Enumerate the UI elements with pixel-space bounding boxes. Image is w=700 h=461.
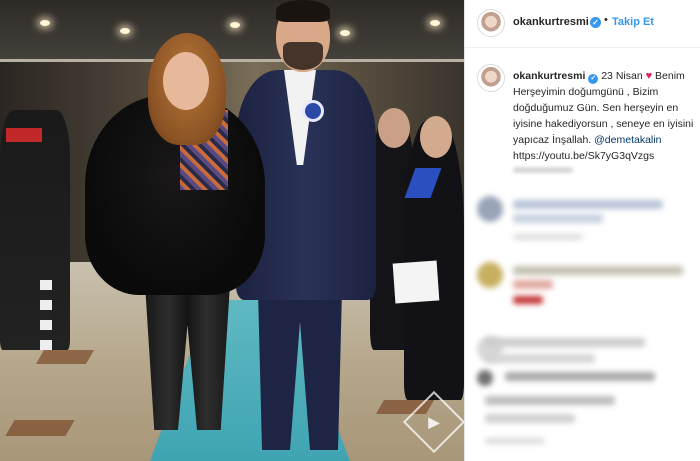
separator-dot: • — [604, 14, 608, 26]
person-student-head — [420, 116, 452, 158]
comment-text-blurred — [513, 266, 683, 275]
comment-text-blurred — [513, 280, 553, 289]
comment-blurred — [465, 192, 700, 252]
comment-meta-blurred — [485, 438, 545, 444]
caption-timestamp-blurred — [513, 167, 573, 173]
comment-text-blurred — [485, 396, 615, 405]
comment-text-blurred — [485, 354, 595, 363]
comment-text-blurred — [513, 200, 663, 209]
profile-avatar[interactable] — [477, 9, 505, 37]
caption-date: 23 Nisan — [601, 70, 643, 82]
comment-text-blurred — [485, 338, 645, 347]
ceiling-light — [430, 20, 440, 26]
follow-button[interactable]: Takip Et — [612, 16, 654, 28]
comment-text-blurred — [485, 414, 575, 423]
guard-stripe — [40, 280, 52, 350]
student-paper — [392, 260, 440, 304]
youtube-link[interactable]: https://youtu.be/Sk7yG3qVzgs — [513, 150, 654, 162]
person-man-beard — [283, 42, 323, 70]
ceiling-light — [230, 22, 240, 28]
comment-text-blurred — [505, 372, 655, 381]
post-side-panel: okankurtresmi ✓ • Takip Et okankurtresmi… — [464, 0, 700, 461]
person-man-hair — [276, 0, 330, 22]
post-photo[interactable]: ▶ — [0, 0, 464, 461]
mention-link[interactable]: @demetakalin — [594, 134, 661, 146]
verified-badge-icon: ✓ — [588, 74, 599, 84]
comment-blurred — [465, 432, 700, 456]
guard-badge — [6, 128, 42, 142]
comment-blurred — [465, 258, 700, 318]
ceiling-light — [40, 20, 50, 26]
comment-avatar — [477, 370, 493, 386]
caption-text: okankurtresmi ✓ 23 Nisan ♥ Benim Herşeyi… — [513, 68, 699, 164]
comment-emoji-blurred — [513, 296, 543, 304]
header-username[interactable]: okankurtresmi — [513, 16, 589, 28]
comment-avatar — [477, 262, 503, 288]
caption-avatar[interactable] — [477, 64, 505, 92]
person-woman-face — [163, 52, 209, 110]
caption-username[interactable]: okankurtresmi — [513, 70, 585, 82]
verified-badge-icon: ✓ — [590, 17, 601, 28]
person-man-badge — [302, 100, 324, 122]
floor-tile — [35, 350, 95, 364]
person-student-head — [378, 108, 410, 148]
floor-tile — [5, 420, 75, 436]
post-header: okankurtresmi ✓ • Takip Et — [465, 0, 700, 48]
comment-meta-blurred — [513, 234, 583, 240]
comment-text-blurred — [513, 214, 603, 223]
comment-blurred — [465, 366, 700, 426]
ceiling-light — [120, 28, 130, 34]
person-guard — [0, 110, 70, 350]
post-caption: okankurtresmi ✓ 23 Nisan ♥ Benim Herşeyi… — [465, 58, 700, 188]
ceiling-light — [340, 30, 350, 36]
photo-ceiling — [0, 0, 464, 62]
heart-icon: ♥ — [645, 70, 653, 82]
comment-avatar — [477, 196, 503, 222]
